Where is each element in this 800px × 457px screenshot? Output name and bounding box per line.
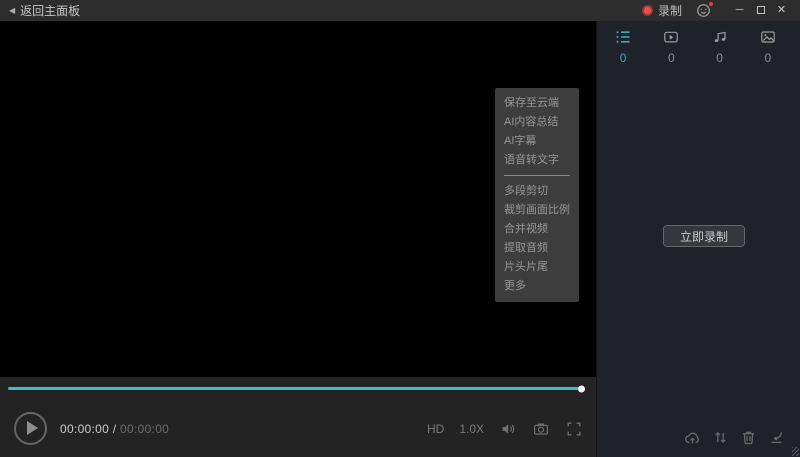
image-icon [760, 29, 776, 45]
volume-icon[interactable] [499, 421, 517, 437]
quality-button[interactable]: HD [427, 422, 444, 436]
menu-divider [504, 175, 570, 176]
player-column: 保存至云端 AI内容总结 AI字幕 语音转文字 多段剪切 裁剪画面比例 合并视频… [0, 21, 597, 457]
menu-item-merge-videos[interactable]: 合并视频 [495, 220, 579, 239]
menu-item-intro-outro[interactable]: 片头片尾 [495, 258, 579, 277]
time-current: 00:00:00 [60, 422, 109, 436]
back-arrow-icon: ◀ [9, 7, 15, 15]
back-to-main-panel-button[interactable]: ◀ 返回主面板 [9, 2, 80, 19]
seek-bar[interactable] [8, 387, 582, 390]
maximize-button[interactable] [752, 0, 769, 21]
record-now-button[interactable]: 立即录制 [663, 225, 745, 247]
sort-icon[interactable] [712, 429, 729, 446]
notification-badge [709, 2, 713, 6]
record-label: 录制 [658, 2, 682, 19]
record-button[interactable]: 录制 [642, 2, 682, 19]
seek-handle[interactable] [578, 385, 585, 392]
app-window: ◀ 返回主面板 录制 ─ ✕ [0, 0, 800, 457]
player-right-controls: HD 1.0X [427, 421, 583, 437]
video-icon [663, 29, 679, 45]
tab-count: 0 [668, 51, 675, 65]
tab-count: 0 [765, 51, 772, 65]
progress-row [0, 377, 596, 400]
time-total: 00:00:00 [120, 422, 169, 436]
feedback-button[interactable] [696, 3, 711, 18]
menu-item-multi-cut[interactable]: 多段剪切 [495, 182, 579, 201]
export-icon[interactable] [768, 429, 785, 446]
titlebar: ◀ 返回主面板 录制 ─ ✕ [0, 0, 800, 21]
tab-videos[interactable]: 0 [647, 29, 695, 65]
player-controls: 00:00:00 / 00:00:00 HD 1.0X [0, 400, 596, 457]
play-button[interactable] [14, 412, 47, 445]
maximize-icon [757, 6, 765, 14]
tab-images[interactable]: 0 [744, 29, 792, 65]
tab-recordings-list[interactable]: 0 [599, 29, 647, 65]
menu-item-save-to-cloud[interactable]: 保存至云端 [495, 94, 579, 113]
tab-count: 0 [620, 51, 627, 65]
back-label: 返回主面板 [20, 2, 80, 19]
menu-item-crop-ratio[interactable]: 裁剪画面比例 [495, 201, 579, 220]
camera-icon[interactable] [532, 421, 550, 437]
menu-item-extract-audio[interactable]: 提取音频 [495, 239, 579, 258]
video-context-menu: 保存至云端 AI内容总结 AI字幕 语音转文字 多段剪切 裁剪画面比例 合并视频… [495, 88, 579, 302]
titlebar-right: 录制 ─ ✕ [642, 0, 790, 21]
trash-icon[interactable] [740, 429, 757, 446]
resize-grip[interactable] [792, 447, 799, 456]
tab-audio[interactable]: 0 [696, 29, 744, 65]
fullscreen-icon[interactable] [565, 421, 583, 437]
minimize-button[interactable]: ─ [731, 0, 748, 21]
menu-item-speech-to-text[interactable]: 语音转文字 [495, 151, 579, 170]
time-display: 00:00:00 / 00:00:00 [60, 422, 169, 436]
cloud-upload-icon[interactable] [684, 429, 701, 446]
list-icon [615, 29, 631, 45]
close-button[interactable]: ✕ [773, 0, 790, 21]
record-dot-icon [642, 5, 653, 16]
music-icon [712, 29, 728, 45]
media-tabs: 0 0 0 [597, 21, 800, 65]
speed-button[interactable]: 1.0X [459, 422, 484, 436]
menu-item-ai-subtitles[interactable]: AI字幕 [495, 132, 579, 151]
side-panel: 0 0 0 [597, 21, 800, 457]
menu-item-ai-summary[interactable]: AI内容总结 [495, 113, 579, 132]
menu-item-more[interactable]: 更多 [495, 277, 579, 296]
main-area: 保存至云端 AI内容总结 AI字幕 语音转文字 多段剪切 裁剪画面比例 合并视频… [0, 21, 800, 457]
panel-toolbar [684, 429, 785, 446]
time-separator: / [109, 422, 120, 436]
play-icon [27, 421, 38, 435]
tab-count: 0 [716, 51, 723, 65]
video-preview[interactable]: 保存至云端 AI内容总结 AI字幕 语音转文字 多段剪切 裁剪画面比例 合并视频… [0, 21, 596, 377]
